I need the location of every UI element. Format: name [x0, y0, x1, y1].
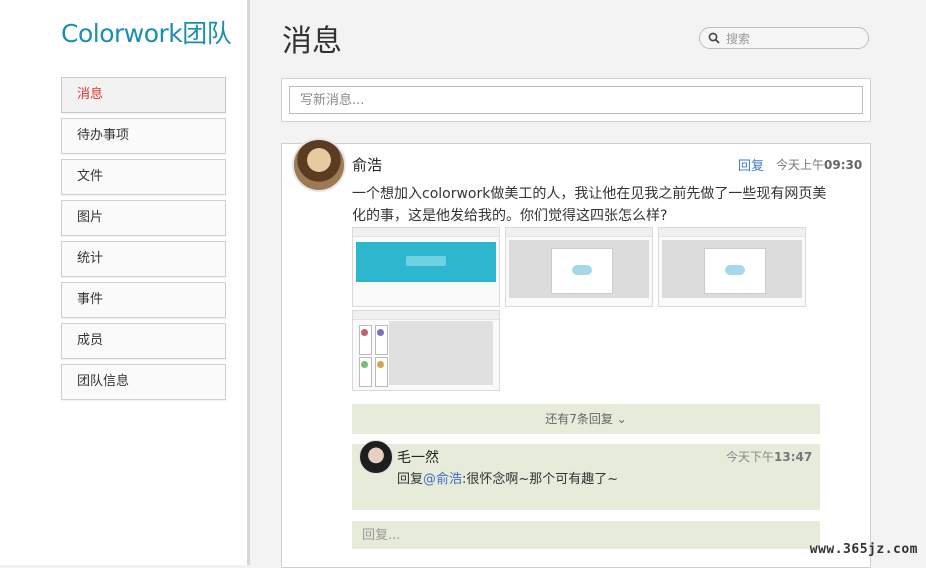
thumbnail-card	[551, 248, 613, 294]
reply-item: 毛一然 今天下午13:47 回复@俞浩:很怀念啊~那个可有趣了~	[352, 440, 820, 510]
sidebar-item-events[interactable]: 事件	[61, 282, 226, 318]
image-thumbnail-3[interactable]	[658, 227, 806, 307]
avatar[interactable]	[292, 138, 346, 192]
page-title: 消息	[282, 24, 342, 59]
avatar[interactable]	[359, 440, 393, 474]
reply-body: :很怀念啊~那个可有趣了~	[462, 472, 619, 487]
reply-time-prefix: 今天下午	[726, 450, 775, 464]
post-timestamp: 今天上午09:30	[776, 156, 862, 173]
compose-input[interactable]	[289, 86, 863, 114]
search-box[interactable]	[699, 27, 869, 49]
reply-time-value: 13:47	[774, 450, 813, 464]
sidebar-item-stats[interactable]: 统计	[61, 241, 226, 277]
image-thumbnail-4[interactable]	[352, 310, 500, 391]
brand-logo[interactable]: Colorwork团队	[61, 14, 232, 50]
thumbnail-dot	[361, 329, 368, 336]
thumbnail-card	[704, 248, 766, 294]
reply-button[interactable]: 回复	[738, 155, 764, 174]
thumbnail-toolbar	[353, 311, 499, 320]
message-post: 俞浩 回复 今天上午09:30 一个想加入colorwork做美工的人，我让他在…	[281, 138, 871, 568]
thumbnail-dot	[377, 361, 384, 368]
reply-author[interactable]: 毛一然	[397, 447, 439, 467]
thumbnail-dot	[361, 361, 368, 368]
search-icon	[708, 32, 720, 44]
sidebar-item-members[interactable]: 成员	[61, 323, 226, 359]
sidebar-item-files[interactable]: 文件	[61, 159, 226, 195]
sidebar-item-images[interactable]: 图片	[61, 200, 226, 236]
thumbnail-banner	[356, 242, 496, 282]
sidebar-item-team-info[interactable]: 团队信息	[61, 364, 226, 400]
mention-link[interactable]: @俞浩	[423, 472, 462, 487]
post-time-prefix: 今天上午	[776, 158, 825, 172]
thumbnail-toolbar	[506, 228, 652, 237]
post-text: 一个想加入colorwork做美工的人，我让他在见我之前先做了一些现有网页美化的…	[352, 186, 827, 224]
image-thumbnail-1[interactable]	[352, 227, 500, 307]
post-time-value: 09:30	[824, 158, 863, 172]
watermark: www.365jz.com	[809, 542, 918, 557]
reply-input[interactable]	[352, 521, 820, 549]
sidebar: Colorwork团队 消息 待办事项 文件 图片 统计 事件 成员 团队信息	[0, 0, 250, 565]
thumbnail-panel	[389, 321, 493, 385]
post-author[interactable]: 俞浩	[352, 154, 382, 175]
sidebar-item-messages[interactable]: 消息	[61, 77, 226, 113]
main-content: 消息 俞浩 回复 今天上午09:30 一个想加入colorwork做美工的人，我…	[253, 0, 926, 568]
search-input[interactable]	[724, 29, 858, 49]
reply-timestamp: 今天下午13:47	[726, 448, 812, 465]
sidebar-item-todos[interactable]: 待办事项	[61, 118, 226, 154]
reply-prefix: 回复	[397, 472, 424, 487]
thumbnail-toolbar	[659, 228, 805, 237]
thumbnail-dot	[377, 329, 384, 336]
reply-text: 回复@俞浩:很怀念啊~那个可有趣了~	[397, 468, 618, 487]
thumbnail-toolbar	[353, 228, 499, 237]
sidebar-nav: 消息 待办事项 文件 图片 统计 事件 成员 团队信息	[61, 77, 226, 405]
image-thumbnail-2[interactable]	[505, 227, 653, 307]
more-replies-button[interactable]: 还有7条回复 ⌄	[352, 404, 820, 434]
compose-box	[281, 78, 871, 122]
